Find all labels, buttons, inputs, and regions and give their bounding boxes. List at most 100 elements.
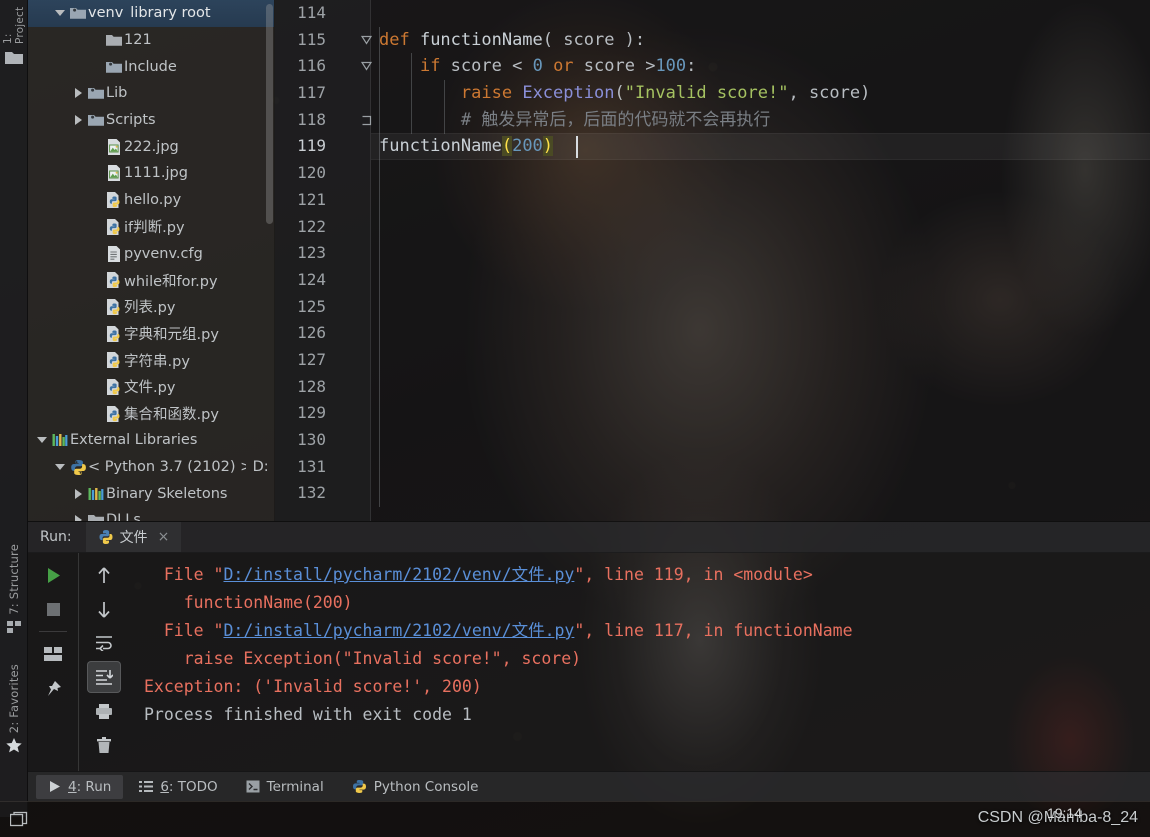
chevron-down-icon[interactable]: [34, 437, 50, 443]
code-line[interactable]: [371, 320, 1150, 347]
pin-tab-button[interactable]: [36, 672, 70, 704]
run-toolbar-secondary[interactable]: [78, 553, 128, 772]
layout-button[interactable]: [36, 638, 70, 670]
chevron-right-icon[interactable]: [70, 489, 86, 499]
run-toolbar[interactable]: [28, 553, 128, 772]
tree-row[interactable]: 1111.jpg: [28, 160, 274, 187]
tree-row[interactable]: pyvenv.cfg: [28, 240, 274, 267]
code-line[interactable]: [371, 427, 1150, 454]
code-line[interactable]: [371, 374, 1150, 401]
code-line[interactable]: [371, 400, 1150, 427]
run-toolbar-primary[interactable]: [28, 553, 78, 772]
tree-row[interactable]: Binary Skeletons: [28, 480, 274, 507]
tree-row[interactable]: if判断.py: [28, 214, 274, 241]
up-button[interactable]: [87, 559, 121, 591]
python-console-icon: [352, 779, 367, 794]
tree-row[interactable]: while和for.py: [28, 267, 274, 294]
console-file-link[interactable]: D:/install/pycharm/2102/venv/文件.py: [223, 621, 574, 640]
clear-all-button[interactable]: [87, 729, 121, 761]
sidebar-tab-structure[interactable]: 7: Structure: [0, 540, 28, 635]
code-token: # 触发异常后，后面的代码就不会再执行: [379, 110, 770, 130]
line-number: 117: [275, 80, 370, 107]
close-icon[interactable]: ×: [158, 529, 170, 545]
console-file-link[interactable]: D:/install/pycharm/2102/venv/文件.py: [223, 565, 574, 584]
code-line[interactable]: functionName(200): [371, 133, 1150, 160]
tree-row[interactable]: Include: [28, 53, 274, 80]
tree-row[interactable]: 121: [28, 27, 274, 54]
tree-row[interactable]: Scripts: [28, 107, 274, 134]
code-line[interactable]: [371, 187, 1150, 214]
chevron-down-icon[interactable]: [52, 10, 68, 16]
project-scrollbar[interactable]: [266, 4, 273, 224]
bottom-tab-terminal[interactable]: Terminal: [234, 775, 336, 799]
code-token: :: [686, 56, 696, 76]
code-line[interactable]: if score < 0 or score >100:: [371, 53, 1150, 80]
run-tool-window[interactable]: Run: 文件 ×: [28, 521, 1150, 771]
editor-code-area[interactable]: def functionName( score ): if score < 0 …: [371, 0, 1150, 521]
code-line[interactable]: [371, 214, 1150, 241]
chevron-right-icon[interactable]: [70, 115, 86, 125]
bottom-tab-todo[interactable]: 6: TODO: [127, 775, 229, 799]
pin-icon: [45, 680, 62, 697]
code-line[interactable]: [371, 454, 1150, 481]
project-tree[interactable]: venvlibrary root 121 Include Lib Scripts…: [28, 0, 274, 521]
tree-row-label: < Python 3.7 (2102) >: [88, 459, 246, 475]
code-line[interactable]: def functionName( score ):: [371, 27, 1150, 54]
folder-module-icon: [88, 113, 104, 127]
tree-row-label: 文件.py: [124, 376, 175, 397]
folder-module-icon: [104, 60, 124, 74]
tree-row[interactable]: hello.py: [28, 187, 274, 214]
rerun-button[interactable]: [36, 559, 70, 591]
code-editor[interactable]: 1141151161171181191201211221231241251261…: [275, 0, 1150, 521]
line-number: 119: [275, 133, 370, 160]
code-line[interactable]: [371, 267, 1150, 294]
code-line[interactable]: [371, 0, 1150, 27]
code-line[interactable]: [371, 294, 1150, 321]
sidebar-tab-project[interactable]: 1: Project: [2, 2, 26, 70]
code-token: ): [543, 136, 553, 156]
tree-row[interactable]: 集合和函数.py: [28, 400, 274, 427]
bottom-tool-tabs[interactable]: 4: Run 6: TODO Terminal Python Console: [28, 771, 1150, 801]
stop-button[interactable]: [36, 593, 70, 625]
editor-gutter[interactable]: 1141151161171181191201211221231241251261…: [275, 0, 371, 521]
tree-row[interactable]: DLLs: [28, 507, 274, 521]
tree-row[interactable]: External Libraries: [28, 427, 274, 454]
window-icon[interactable]: [10, 811, 28, 829]
tree-row-suffix: D:: [253, 459, 268, 475]
project-tool-window[interactable]: venvlibrary root 121 Include Lib Scripts…: [28, 0, 275, 521]
sidebar-tab-favorites[interactable]: 2: Favorites: [0, 660, 28, 755]
code-line[interactable]: # 触发异常后，后面的代码就不会再执行: [371, 107, 1150, 134]
tree-row[interactable]: Lib: [28, 80, 274, 107]
bottom-tab-run[interactable]: 4: Run: [36, 775, 123, 799]
tree-row[interactable]: venvlibrary root: [28, 0, 274, 27]
tree-row[interactable]: 字符串.py: [28, 347, 274, 374]
code-line[interactable]: [371, 160, 1150, 187]
code-line[interactable]: raise Exception("Invalid score!", score): [371, 80, 1150, 107]
bottom-tab-label: Python Console: [374, 779, 479, 795]
layout-icon: [44, 647, 62, 662]
code-line[interactable]: [371, 347, 1150, 374]
chevron-down-icon[interactable]: [52, 464, 68, 470]
tree-row[interactable]: 文件.py: [28, 374, 274, 401]
scroll-to-end-button[interactable]: [87, 661, 121, 693]
run-tab-file[interactable]: 文件 ×: [86, 522, 182, 552]
tree-row[interactable]: < Python 3.7 (2102) > D:: [28, 454, 274, 481]
down-button[interactable]: [87, 593, 121, 625]
image-file-icon: [107, 139, 121, 155]
line-number: 121: [275, 187, 370, 214]
toolbar-divider: [39, 631, 67, 632]
print-button[interactable]: [87, 695, 121, 727]
code-line[interactable]: [371, 480, 1150, 507]
tree-row[interactable]: 列表.py: [28, 294, 274, 321]
tree-row[interactable]: 字典和元组.py: [28, 320, 274, 347]
run-console-output[interactable]: File "D:/install/pycharm/2102/venv/文件.py…: [128, 553, 1150, 771]
bottom-tab-pythonconsole[interactable]: Python Console: [340, 775, 491, 799]
chevron-right-icon[interactable]: [70, 88, 86, 98]
tree-row[interactable]: 222.jpg: [28, 133, 274, 160]
text-file-icon: [107, 246, 121, 262]
code-line[interactable]: [371, 240, 1150, 267]
line-number: 130: [275, 427, 370, 454]
editor-scrollbar[interactable]: [1138, 0, 1148, 521]
soft-wrap-button[interactable]: [87, 627, 121, 659]
text-file-icon: [104, 246, 124, 262]
